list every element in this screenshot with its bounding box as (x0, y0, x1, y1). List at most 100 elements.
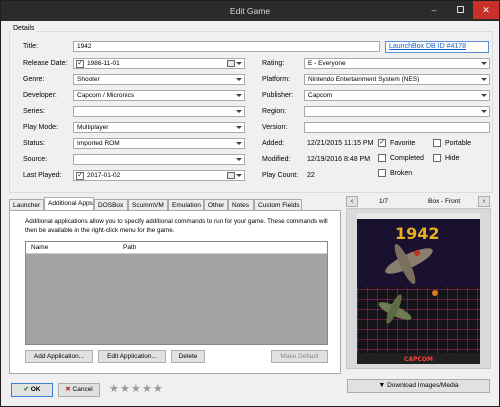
release-date-label: Release Date: (23, 60, 68, 67)
release-date-checkbox[interactable]: ✓ (76, 60, 84, 68)
next-image-button[interactable]: › (478, 196, 490, 207)
source-combo[interactable] (73, 154, 245, 165)
box-front-image[interactable]: 1942 CAPCOM (346, 208, 491, 369)
genre-value: Shooter (77, 76, 100, 83)
column-header-name[interactable]: Name (31, 244, 48, 251)
close-icon: ✕ (482, 5, 490, 15)
additional-apps-panel: Additional applications allow you to spe… (9, 210, 341, 374)
completed-label: Completed (390, 155, 424, 162)
version-label: Version: (262, 124, 288, 131)
rating-value: E - Everyone (308, 60, 346, 67)
boxart-title: 1942 (395, 224, 440, 243)
details-group-label: Details (11, 25, 37, 32)
tab-additional-apps[interactable]: Additional Apps (44, 197, 94, 211)
chevron-left-icon: ‹ (350, 198, 354, 205)
rating-star-4-icon[interactable]: ★ (142, 384, 152, 395)
play-mode-value: Multiplayer (77, 124, 109, 131)
source-label: Source: (23, 156, 48, 163)
status-combo[interactable]: Imported ROM (73, 138, 245, 149)
edit-game-window: Edit Game – ✕ Details Title: 1942 Launch… (0, 0, 500, 407)
edit-application-button[interactable]: Edit Application... (98, 350, 166, 363)
series-label: Series: (23, 108, 45, 115)
cancel-label: Cancel (72, 386, 93, 393)
chevron-down-icon (236, 158, 242, 161)
maximize-button[interactable] (447, 1, 473, 19)
publisher-combo[interactable]: Capcom (304, 90, 490, 101)
broken-checkbox[interactable] (378, 169, 386, 177)
status-label: Status: (23, 140, 45, 147)
rating-star-3-icon[interactable]: ★ (131, 384, 141, 395)
chevron-down-icon (236, 94, 242, 97)
region-label: Region: (262, 108, 287, 115)
added-value: 12/21/2015 11:15 PM (307, 140, 374, 147)
broken-label: Broken (390, 170, 413, 177)
maximize-icon (456, 6, 464, 13)
cancel-button[interactable]: ✖ Cancel (58, 383, 100, 397)
delete-button[interactable]: Delete (171, 350, 205, 363)
calendar-icon[interactable] (227, 60, 235, 67)
version-field[interactable] (304, 122, 490, 133)
ok-label: OK (30, 386, 41, 393)
added-label: Added: (262, 140, 285, 147)
title-field[interactable]: 1942 (73, 41, 380, 52)
x-icon: ✖ (65, 386, 71, 393)
publisher-label: Publisher: (262, 92, 294, 99)
chevron-down-icon (236, 78, 242, 81)
close-button[interactable]: ✕ (473, 1, 499, 19)
favorite-label: Favorite (390, 140, 416, 147)
additional-apps-description: Additional applications allow you to spe… (25, 218, 328, 234)
hide-label: Hide (445, 155, 460, 162)
title-label: Title: (23, 43, 38, 50)
download-icon: ▼ (378, 382, 386, 389)
favorite-checkbox[interactable]: ✓ (378, 139, 386, 147)
last-played-value: 2017-01-02 (87, 172, 121, 179)
rating-combo[interactable]: E - Everyone (304, 58, 490, 69)
last-played-label: Last Played: (23, 172, 62, 179)
platform-combo[interactable]: Nintendo Entertainment System (NES) (304, 74, 490, 85)
column-header-path[interactable]: Path (123, 244, 136, 251)
minimize-button[interactable]: – (421, 1, 447, 19)
genre-combo[interactable]: Shooter (73, 74, 245, 85)
image-type: Box - Front (428, 198, 461, 205)
portable-checkbox[interactable] (433, 139, 441, 147)
previous-image-button[interactable]: ‹ (346, 196, 358, 207)
chevron-down-icon[interactable] (236, 62, 242, 65)
play-mode-combo[interactable]: Multiplayer (73, 122, 245, 133)
series-combo[interactable] (73, 106, 245, 117)
rating-star-5-icon[interactable]: ★ (153, 384, 163, 395)
last-played-picker[interactable]: ✓ 2017-01-02 (73, 170, 245, 181)
add-application-button[interactable]: Add Application... (25, 350, 93, 363)
modified-value: 12/19/2016 8:48 PM (307, 156, 371, 163)
title-bar[interactable]: Edit Game – ✕ (1, 1, 499, 21)
region-combo[interactable] (304, 106, 490, 117)
play-mode-label: Play Mode: (23, 124, 59, 131)
chevron-down-icon (481, 94, 487, 97)
ok-button[interactable]: ✔ OK (11, 383, 53, 397)
modified-label: Modified: (262, 156, 291, 163)
chevron-down-icon (481, 110, 487, 113)
launchbox-db-link[interactable]: LaunchBox DB ID #4178 (389, 43, 466, 50)
developer-combo[interactable]: Capcom / Micronics (73, 90, 245, 101)
image-counter: 1/7 (379, 198, 389, 205)
additional-apps-grid[interactable]: Name Path (25, 241, 328, 345)
platform-label: Platform: (262, 76, 291, 83)
download-images-button[interactable]: ▼ Download Images/Media (347, 379, 490, 393)
hide-checkbox[interactable] (433, 154, 441, 162)
boxart-publisher: CAPCOM (404, 356, 433, 363)
completed-checkbox[interactable] (378, 154, 386, 162)
release-date-picker[interactable]: ✓ 1986-11-01 (73, 58, 245, 69)
calendar-icon[interactable] (227, 172, 235, 179)
make-default-button[interactable]: Make Default (271, 350, 328, 363)
play-count-value: 22 (307, 172, 315, 179)
rating-star-2-icon[interactable]: ★ (120, 384, 130, 395)
chevron-down-icon[interactable] (236, 174, 242, 177)
check-icon: ✔ (23, 386, 29, 393)
grid-header: Name Path (26, 242, 327, 254)
play-count-label: Play Count: (262, 172, 299, 179)
status-value: Imported ROM (77, 140, 120, 147)
rating-label: Rating: (262, 60, 285, 67)
rating-star-1-icon[interactable]: ★ (109, 384, 119, 395)
last-played-checkbox[interactable]: ✓ (76, 172, 84, 180)
launchbox-db-link-box: LaunchBox DB ID #4178 (385, 41, 489, 53)
image-navigator: ‹ 1/7 Box - Front › (346, 196, 491, 208)
